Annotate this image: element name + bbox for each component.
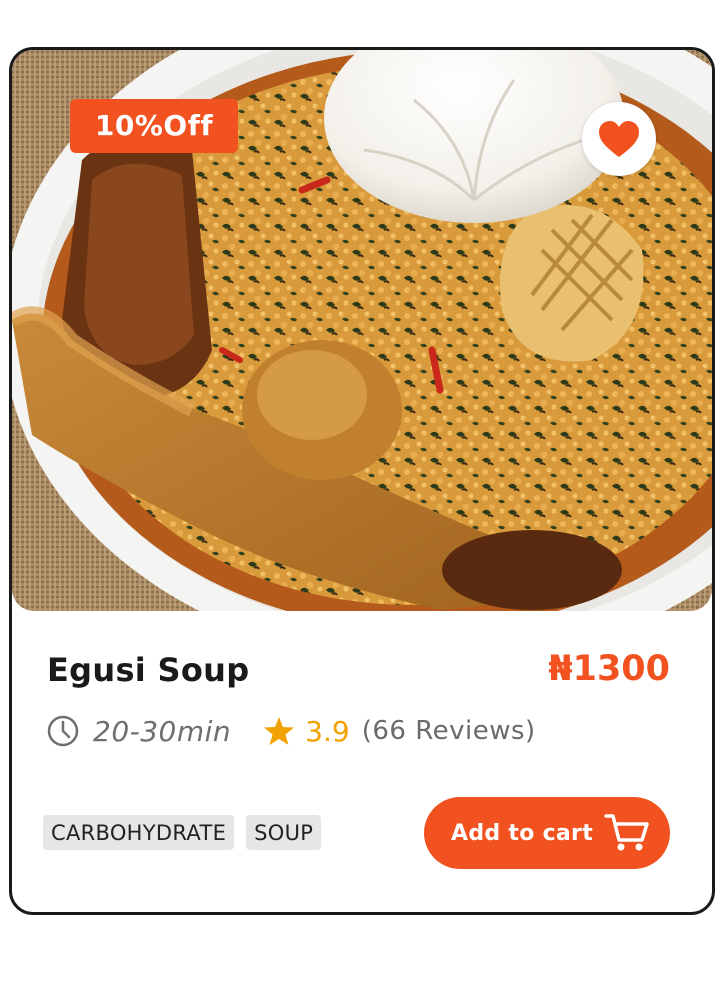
add-to-cart-button[interactable]: Add to cart xyxy=(424,797,670,869)
product-card[interactable]: 10%Off Egusi Soup ₦1300 20-30min 3.9 (66… xyxy=(9,47,715,915)
reviews-count[interactable]: (66 Reviews) xyxy=(362,716,536,746)
clock-icon xyxy=(47,715,79,747)
product-price: ₦1300 xyxy=(548,649,670,689)
discount-badge: 10%Off xyxy=(70,99,238,153)
product-name: Egusi Soup xyxy=(47,651,250,689)
prep-time: 20-30min xyxy=(93,714,232,748)
tag-soup: SOUP xyxy=(246,815,322,850)
tag-carbohydrate: CARBOHYDRATE xyxy=(43,815,235,850)
product-meta: 20-30min 3.9 (66 Reviews) xyxy=(47,711,536,751)
rating-value: 3.9 xyxy=(305,714,350,748)
shopping-cart-icon xyxy=(604,814,649,851)
star-icon xyxy=(264,717,295,745)
favorite-button[interactable] xyxy=(582,102,656,176)
add-to-cart-label: Add to cart xyxy=(451,820,594,846)
heart-icon xyxy=(599,121,639,157)
tag-list: CARBOHYDRATE SOUP xyxy=(43,815,322,850)
